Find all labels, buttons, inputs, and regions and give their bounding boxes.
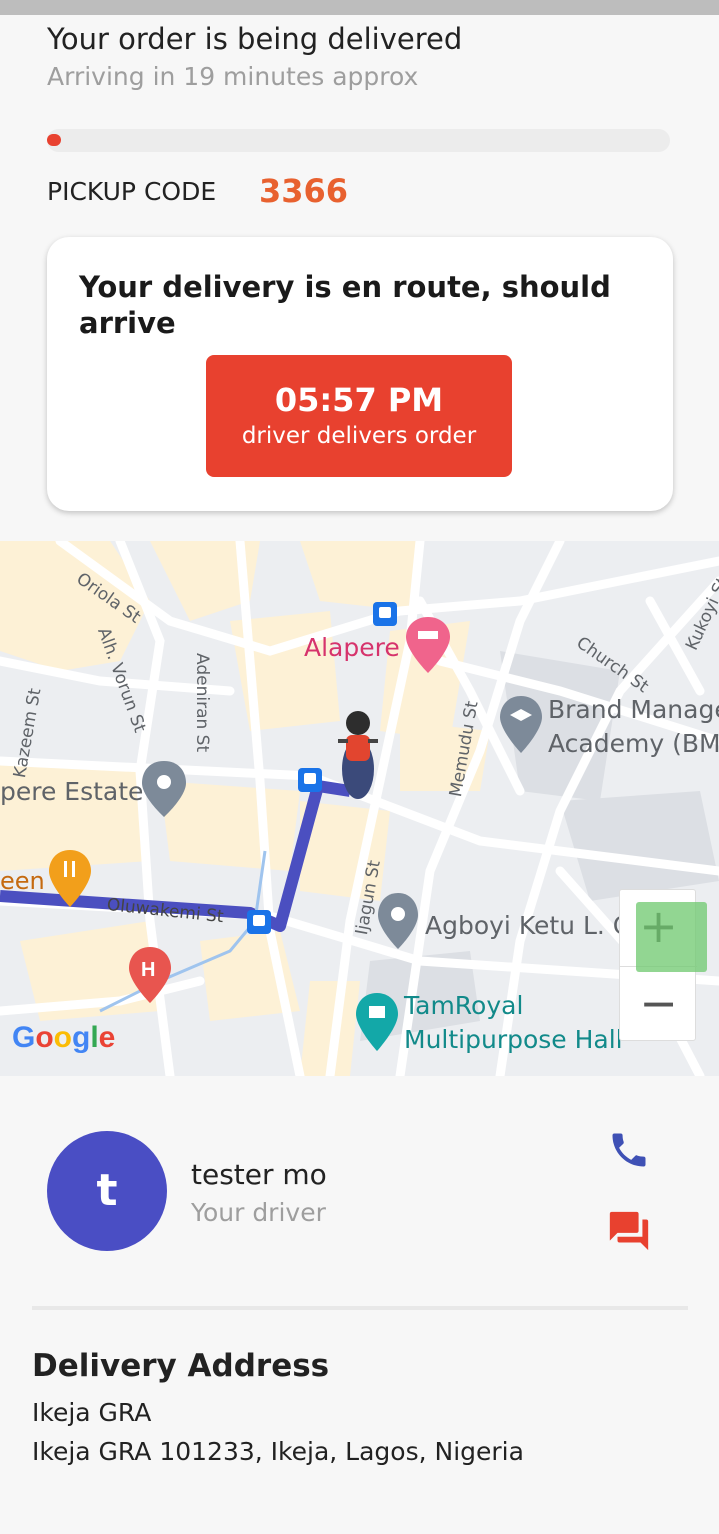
delivery-progress-fill	[47, 134, 61, 146]
eta-message: Your delivery is en route, should arrive	[79, 270, 611, 340]
map-label-tamroyal: TamRoyal	[404, 991, 524, 1020]
map-label-estate: pere Estate	[0, 777, 144, 806]
call-driver-button[interactable]	[606, 1128, 652, 1172]
map-label-street: Adeniran St	[192, 653, 212, 753]
delivery-address-line: Ikeja GRA	[32, 1398, 152, 1427]
map-label-tamroyal: Multipurpose Hall	[404, 1025, 623, 1054]
delivery-address-line: Ikeja GRA 101233, Ikeja, Lagos, Nigeria	[32, 1437, 524, 1466]
arrival-estimate: Arriving in 19 minutes approx	[47, 62, 419, 91]
status-bar	[0, 0, 719, 15]
section-divider	[32, 1306, 688, 1310]
eta-time: 05:57 PM	[274, 381, 444, 419]
map-label-brand-academy: Academy (BM	[548, 729, 719, 758]
delivery-map[interactable]: H Oriola St Alh. Vorun St Adeniran St Ka…	[0, 541, 719, 1076]
map-label-agboyi: Agboyi Ketu L. C	[425, 911, 631, 940]
pickup-code-value: 3366	[259, 172, 349, 210]
map-label-alapere: Alapere	[304, 633, 400, 662]
chat-icon	[609, 1211, 649, 1251]
driver-role: Your driver	[191, 1198, 326, 1227]
message-driver-button[interactable]	[606, 1208, 652, 1254]
phone-icon	[612, 1133, 646, 1167]
eta-time-button[interactable]: 05:57 PM driver delivers order	[206, 355, 512, 477]
zoom-overlay-highlight	[636, 902, 707, 972]
zoom-out-button[interactable]: −	[620, 966, 697, 1042]
map-label-brand-academy: Brand Manage	[548, 695, 719, 724]
driver-name: tester mo	[191, 1158, 327, 1191]
driver-avatar: t	[47, 1131, 167, 1251]
eta-card: Your delivery is en route, should arrive…	[47, 237, 673, 511]
svg-text:H: H	[141, 959, 155, 981]
pickup-code-label: PICKUP CODE	[47, 177, 217, 206]
eta-caption: driver delivers order	[241, 423, 477, 449]
google-attribution: Google	[12, 1021, 115, 1055]
map-canvas: H	[0, 541, 719, 1076]
order-status-title: Your order is being delivered	[47, 22, 463, 56]
delivery-progress-bar	[47, 129, 670, 152]
delivery-address-title: Delivery Address	[32, 1348, 330, 1384]
google-logo-text: Google	[12, 1021, 116, 1054]
map-label-restaurant: een	[0, 867, 45, 895]
